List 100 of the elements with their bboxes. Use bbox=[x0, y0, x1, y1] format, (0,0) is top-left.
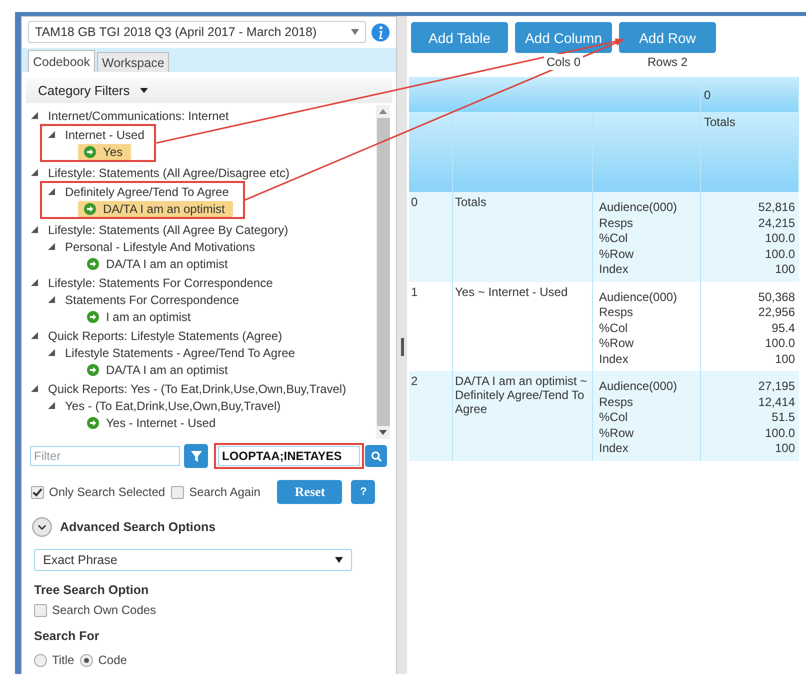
section-title: Tree Search Option bbox=[34, 583, 150, 597]
tree-item[interactable]: Personal - Lifestyle And Motivations bbox=[65, 240, 256, 254]
stat-label: Index bbox=[599, 441, 630, 456]
dropdown-arrow-icon bbox=[335, 557, 343, 563]
stat-label: %Col bbox=[599, 231, 629, 246]
stat-label: %Row bbox=[599, 246, 635, 262]
radio-button[interactable] bbox=[80, 654, 94, 666]
row-number: 1 bbox=[409, 282, 453, 371]
stat-value: 100 bbox=[774, 352, 795, 367]
expanded-triangle-icon[interactable] bbox=[31, 385, 38, 392]
radio-label: Code bbox=[98, 653, 127, 667]
tree-leaf[interactable]: DA/TA I am an optimist bbox=[81, 256, 236, 272]
tree-leaf[interactable]: Yes - Internet - Used bbox=[81, 414, 224, 430]
help-button[interactable]: ? bbox=[351, 480, 376, 504]
row-number: 0 bbox=[409, 192, 453, 282]
reset-button[interactable]: Reset bbox=[277, 480, 342, 504]
tree-item[interactable]: Internet - Used bbox=[65, 128, 144, 142]
tree-item[interactable]: Internet/Communications: Internet bbox=[48, 108, 229, 122]
radio-label: Title bbox=[52, 653, 74, 667]
radio-button[interactable] bbox=[34, 654, 47, 666]
stat-value: 27,195 bbox=[757, 379, 795, 394]
category-filters-menu[interactable]: Category Filters bbox=[38, 83, 130, 98]
funnel-icon bbox=[190, 450, 202, 462]
checkbox[interactable] bbox=[31, 486, 44, 498]
stat-label: %Row bbox=[599, 426, 635, 441]
arrow-circle-icon bbox=[87, 416, 99, 428]
expanded-triangle-icon[interactable] bbox=[48, 131, 55, 138]
stat-value: 50,368 bbox=[757, 290, 795, 305]
tree-item[interactable]: Lifestyle Statements - Agree/Tend To Agree bbox=[65, 346, 295, 360]
stat-value: 100.0 bbox=[764, 426, 795, 441]
tree-item[interactable]: Yes - (To Eat,Drink,Use,Own,Buy,Travel) bbox=[65, 398, 281, 412]
tree-leaf[interactable]: I am an optimist bbox=[81, 308, 199, 324]
section-title: Advanced Search Options bbox=[60, 520, 216, 534]
arrow-circle-icon bbox=[84, 202, 96, 214]
tree-leaf[interactable]: DA/TA I am an optimist bbox=[81, 362, 236, 378]
expanded-triangle-icon[interactable] bbox=[31, 112, 38, 119]
stat-value: 100 bbox=[774, 441, 795, 456]
stat-value: 51.5 bbox=[770, 410, 795, 426]
section-title: Search For bbox=[34, 629, 100, 643]
tree-item[interactable]: Definitely Agree/Tend To Agree bbox=[65, 184, 229, 198]
expanded-triangle-icon[interactable] bbox=[48, 296, 55, 303]
scroll-down-arrow-icon[interactable] bbox=[379, 430, 387, 435]
checkbox[interactable] bbox=[34, 604, 47, 616]
stat-label: Audience(000) bbox=[599, 200, 678, 216]
match-select[interactable]: Exact Phrase bbox=[34, 549, 352, 571]
checkbox[interactable] bbox=[171, 486, 184, 498]
expanded-triangle-icon[interactable] bbox=[31, 279, 38, 286]
count-label: Cols 0 bbox=[544, 54, 582, 70]
column-label: Totals bbox=[701, 113, 799, 192]
stat-value: 12,414 bbox=[757, 394, 795, 410]
checkbox-label: Only Search Selected bbox=[49, 485, 166, 499]
column-header: 0 bbox=[701, 77, 799, 113]
row-number: 2 bbox=[409, 371, 453, 460]
row-label: Yes ~ Internet - Used bbox=[453, 282, 593, 371]
arrow-circle-icon bbox=[84, 146, 96, 158]
tree-leaf[interactable]: Yes bbox=[78, 144, 131, 160]
search-field[interactable]: LOOPTAA;INETAYES bbox=[214, 443, 364, 469]
expanded-triangle-icon[interactable] bbox=[31, 169, 38, 176]
filter-button[interactable] bbox=[184, 444, 208, 468]
expanded-triangle-icon[interactable] bbox=[48, 188, 55, 195]
stat-value: 22,956 bbox=[757, 305, 795, 320]
stat-label: Index bbox=[599, 262, 630, 278]
filter-field[interactable]: Filter bbox=[30, 446, 180, 466]
tree-item[interactable]: Statements For Correspondence bbox=[65, 292, 240, 306]
expanded-triangle-icon[interactable] bbox=[31, 332, 38, 339]
stat-label: Resps bbox=[599, 216, 634, 231]
tree-item[interactable]: Lifestyle: Statements For Correspondence bbox=[48, 276, 273, 290]
tree-item[interactable]: Lifestyle: Statements (All Agree/Disagree etc) bbox=[48, 166, 290, 180]
stat-label: Index bbox=[599, 352, 630, 367]
tree-item[interactable]: Quick Reports: Lifestyle Statements (Agree) bbox=[48, 328, 282, 342]
arrow-circle-icon bbox=[87, 310, 99, 322]
dataset-select[interactable]: TAM18 GB TGI 2018 Q3 (April 2017 - March 2018) bbox=[28, 21, 366, 43]
stat-value: 95.4 bbox=[770, 320, 795, 336]
stat-label: %Row bbox=[599, 336, 635, 352]
dropdown-arrow-icon bbox=[351, 29, 359, 35]
tree-item[interactable]: Quick Reports: Yes - (To Eat,Drink,Use,Own,Buy,Travel) bbox=[48, 382, 346, 396]
stat-label: %Col bbox=[599, 410, 629, 426]
expanded-triangle-icon[interactable] bbox=[48, 243, 55, 250]
stat-value: 100.0 bbox=[764, 231, 795, 246]
stat-label: Resps bbox=[599, 394, 634, 410]
chevron-icon[interactable] bbox=[32, 517, 52, 537]
search-button[interactable] bbox=[365, 445, 387, 467]
tree-leaf[interactable]: DA/TA I am an optimist bbox=[78, 200, 233, 216]
stat-label: %Col bbox=[599, 320, 629, 336]
expanded-triangle-icon[interactable] bbox=[31, 226, 38, 233]
stat-label: Audience(000) bbox=[599, 379, 678, 394]
info-icon[interactable] bbox=[371, 22, 390, 42]
stat-value: 100.0 bbox=[764, 246, 795, 262]
tree-item[interactable]: Lifestyle: Statements (All Agree By Category) bbox=[48, 222, 288, 236]
search-icon bbox=[370, 450, 382, 462]
stat-label: Audience(000) bbox=[599, 290, 678, 305]
scroll-up-arrow-icon[interactable] bbox=[379, 109, 387, 114]
expanded-triangle-icon[interactable] bbox=[48, 402, 55, 409]
expanded-triangle-icon[interactable] bbox=[48, 349, 55, 356]
stat-value: 100 bbox=[774, 262, 795, 278]
tab[interactable]: Codebook bbox=[28, 50, 95, 72]
tab[interactable]: Workspace bbox=[97, 52, 170, 72]
stat-value: 24,215 bbox=[757, 216, 795, 231]
checkbox-label: Search Own Codes bbox=[52, 603, 156, 617]
scrollbar[interactable] bbox=[376, 105, 390, 439]
